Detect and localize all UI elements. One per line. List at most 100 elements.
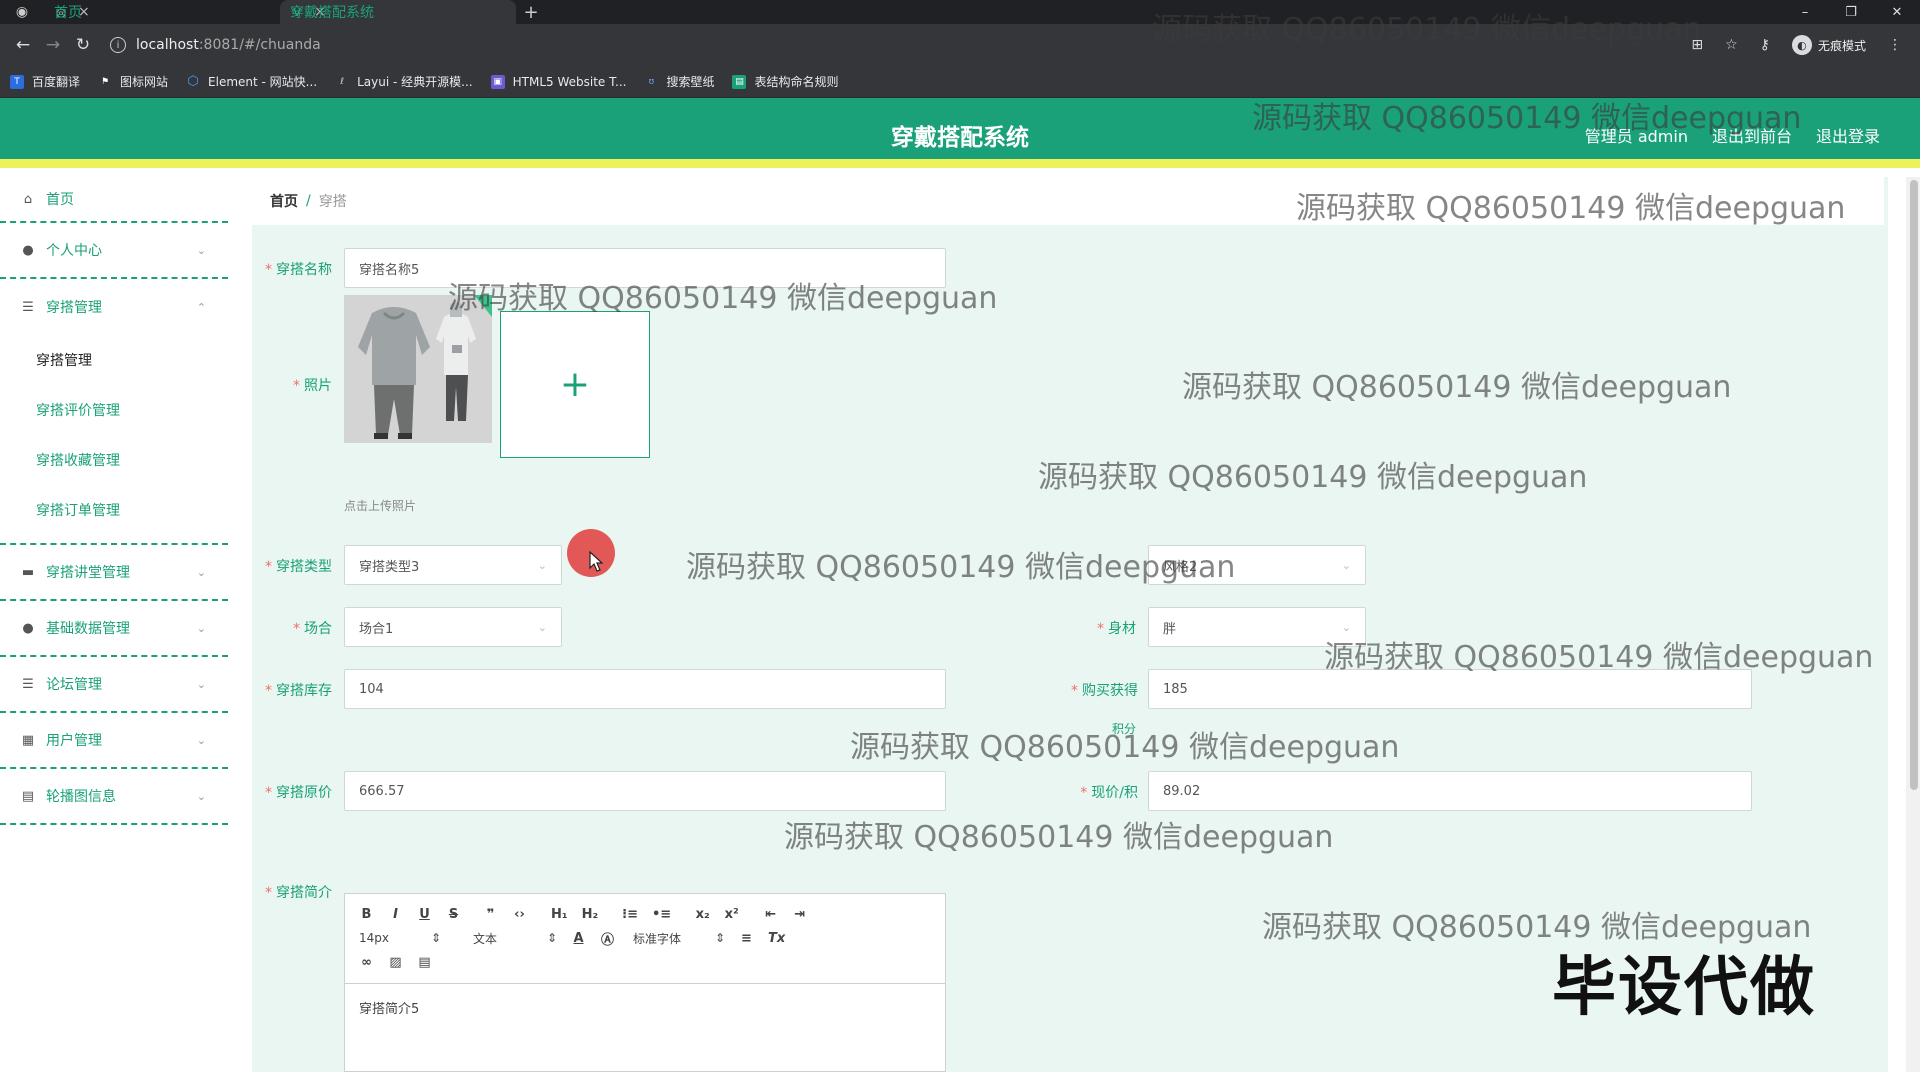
blockquote-icon[interactable]: ❞ [483,907,498,922]
browser-tab-system[interactable]: V 穿戴搭配系统 × [280,0,516,24]
cur-price-input[interactable]: 89.02 [1148,771,1752,811]
sidebar-item-label: 穿搭管理 [46,300,102,316]
sidebar-item-outfit[interactable]: ☰ 穿搭管理 ⌃ [0,279,228,335]
logout-link[interactable]: 退出登录 [1816,123,1880,147]
browser-tab-home[interactable]: ◎ 首页 × [44,0,280,24]
pin-icon: ● [22,620,34,636]
style-select[interactable]: 风格2 ⌄ [1148,545,1366,585]
wallpaper-icon: ʊ [648,76,655,87]
link-icon[interactable]: ∞ [359,955,374,970]
browser-menu-icon[interactable]: ◉ [0,0,44,24]
chevron-down-icon: ⌄ [196,621,206,635]
sidebar-subitem-orders[interactable]: 穿搭订单管理 [0,485,228,535]
chevron-down-icon: ⌄ [1341,558,1351,572]
sidebar-item-label: 首页 [46,192,74,208]
cur-price-label: * 现价/积 [1080,785,1138,801]
bookmark-item[interactable]: ⚑ 图标网站 [98,73,168,90]
occasion-select[interactable]: 场合1 ⌄ [344,607,562,647]
type-select[interactable]: 穿搭类型3 ⌄ [344,545,562,585]
sidebar-item-users[interactable]: ▦ 用户管理 ⌄ [0,713,228,769]
info-icon[interactable]: i [110,37,126,53]
incognito-indicator[interactable]: ◐ 无痕模式 [1791,35,1866,55]
align-icon[interactable]: ≡ [739,931,754,946]
sidebar-item-label: 穿搭讲堂管理 [46,565,130,581]
body-select[interactable]: 胖 ⌄ [1148,607,1366,647]
clear-format-icon[interactable]: Tx [768,931,785,946]
select-value: 穿搭类型3 [359,559,420,575]
bold-icon[interactable]: B [359,907,374,922]
font-size-select[interactable]: 14px ⇕ [359,931,441,945]
url-host: localhost [136,37,199,53]
back-icon[interactable]: ← [8,30,38,60]
bookmark-label: 百度翻译 [32,75,81,89]
chevron-down-icon: ⌄ [196,733,206,747]
stock-input[interactable]: 104 [344,669,946,709]
select-value: 场合1 [359,621,394,637]
bookmark-item[interactable]: ℓ Layui - 经典开源模... [335,73,472,90]
bookmarks-bar: T 百度翻译 ⚑ 图标网站 ⬡ Element - 网站快... ℓ Layui - 经… [0,66,1920,98]
ordered-list-icon[interactable]: ⁝≡ [622,907,638,922]
outfit-photo[interactable] [344,295,492,443]
editor-body[interactable]: 穿搭简介5 [345,984,945,1031]
sidebar-item-personal[interactable]: ● 个人中心 ⌄ [0,223,228,279]
label-text: 现价/积 [1091,785,1138,801]
name-input[interactable]: 穿搭名称5 [344,248,946,288]
more-icon[interactable]: ⋮ [1888,37,1902,53]
translate-icon[interactable]: ⊞ [1691,37,1703,53]
image-icon[interactable]: ▨ [388,955,403,970]
url-field[interactable]: i localhost:8081/#/chuanda [110,37,1691,53]
orig-price-input[interactable]: 666.57 [344,771,946,811]
sidebar-subitem-reviews[interactable]: 穿搭评价管理 [0,385,228,435]
h1-icon[interactable]: H₁ [551,907,568,922]
chevron-down-icon: ⌄ [537,558,547,572]
points-input[interactable]: 185 [1148,669,1752,709]
body-label: * 身材 [1097,621,1136,637]
bookmark-item[interactable]: ⬡ Element - 网站快... [186,73,317,90]
bookmark-item[interactable]: ▤ 表结构命名规则 [732,73,838,90]
sidebar-subitem-outfit[interactable]: 穿搭管理 [0,335,228,385]
occasion-label: * 场合 [293,621,332,637]
video-icon[interactable]: ▤ [417,955,432,970]
restore-icon[interactable]: ❐ [1828,0,1874,24]
bookmark-item[interactable]: ▣ HTML5 Website T... [490,74,626,89]
chevron-down-icon: ⌄ [196,677,206,691]
strike-icon[interactable]: S [446,907,461,922]
grid-icon: ▦ [21,732,35,748]
forward-icon[interactable]: → [38,30,68,60]
front-link[interactable]: 退出到前台 [1712,123,1792,147]
breadcrumb-home[interactable]: 首页 [270,191,298,211]
indent-icon[interactable]: ⇥ [792,907,807,922]
chevron-down-icon: ⌄ [196,565,206,579]
sidebar-item-carousel[interactable]: ▤ 轮播图信息 ⌄ [0,769,228,825]
sidebar-item-lectures[interactable]: ▬ 穿搭讲堂管理 ⌄ [0,545,228,601]
sidebar-item-forum[interactable]: ☰ 论坛管理 ⌄ [0,657,228,713]
sidebar-item-home[interactable]: ⌂ 首页 [0,177,228,223]
italic-icon[interactable]: I [388,907,403,922]
menu-icon: ☰ [22,299,34,315]
font-color-icon[interactable]: A [571,931,586,946]
bookmark-item[interactable]: T 百度翻译 [10,73,80,90]
key-icon[interactable]: ⚷ [1760,37,1770,53]
sidebar-item-basedata[interactable]: ● 基础数据管理 ⌄ [0,601,228,657]
list-icon: ☰ [22,676,34,692]
background-color-icon[interactable]: Ⓐ [600,929,615,948]
code-icon[interactable]: ‹› [512,907,527,922]
scrollbar-thumb[interactable] [1910,180,1918,790]
label-text: 场合 [304,621,332,637]
superscript-icon[interactable]: x² [724,907,739,922]
window-close-icon[interactable]: ✕ [1874,0,1920,24]
upload-button[interactable]: + [500,311,650,458]
new-tab-button[interactable]: + [516,0,546,24]
outdent-icon[interactable]: ⇤ [763,907,778,922]
font-family-select[interactable]: 标准字体 ⇕ [633,930,725,947]
minimize-icon[interactable]: – [1782,0,1828,24]
subscript-icon[interactable]: x₂ [695,907,710,922]
sidebar-subitem-favorites[interactable]: 穿搭收藏管理 [0,435,228,485]
bookmark-item[interactable]: ʊ 搜索壁纸 [644,73,715,90]
underline-icon[interactable]: U [417,907,432,922]
block-type-select[interactable]: 文本 ⇕ [473,930,557,947]
h2-icon[interactable]: H₂ [582,907,599,922]
reload-icon[interactable]: ↻ [68,30,98,60]
bullet-list-icon[interactable]: •≡ [652,907,671,922]
star-icon[interactable]: ☆ [1725,37,1738,53]
